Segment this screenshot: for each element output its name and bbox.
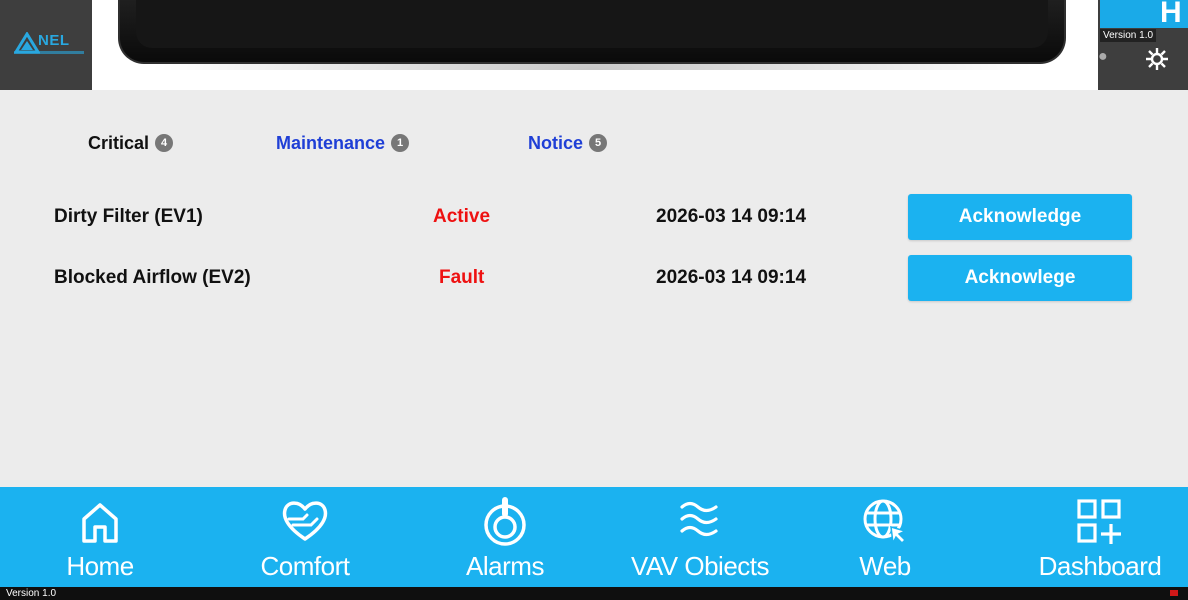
nav-item-dashboard-label: Dashboard — [1038, 551, 1162, 581]
header-version-label: Version 1.0 — [1100, 29, 1157, 42]
device-screen — [136, 0, 1048, 48]
nav-item-vav-objects-label: VAV Obiects — [630, 551, 770, 581]
alarm-row: Dirty Filter (EV1) Active 2026-03 14 09:… — [0, 194, 1188, 240]
tab-critical-count-badge: 4 — [155, 134, 174, 152]
home-icon — [82, 503, 118, 543]
nav-item-home[interactable]: Home — [50, 487, 150, 587]
tab-notice[interactable]: Notice 5 — [528, 130, 608, 156]
nav-item-comfort[interactable]: Comfort — [240, 487, 370, 587]
tab-maintenance-label: Maintenance — [276, 133, 386, 153]
brand-logo-underline — [14, 51, 84, 54]
nav-item-dashboard[interactable]: Dashboard — [1020, 487, 1180, 587]
header-hidden-icon: ● — [1098, 48, 1108, 65]
airflow-waves-icon — [680, 501, 718, 537]
alarm-timestamp: 2026-03 14 09:14 — [656, 267, 807, 288]
footer-bar: Version 1.0 — [0, 587, 1188, 600]
comfort-heart-icon — [282, 501, 328, 541]
tab-notice-label: Notice — [528, 133, 584, 153]
alarm-name: Blocked Airflow (EV2) — [54, 267, 251, 288]
bottom-nav-bar: Home Comfort Alarms VAV Obiects Web Dash… — [0, 487, 1188, 587]
page-title: H — [1160, 0, 1182, 28]
status-indicator — [1170, 590, 1178, 596]
acknowledge-button[interactable]: Acknowledge — [908, 194, 1132, 240]
acknowledge-button[interactable]: Acknowlege — [908, 255, 1132, 301]
nav-item-home-label: Home — [66, 551, 134, 581]
brand-logo-text: NEL — [38, 32, 70, 49]
alarm-icon — [484, 497, 526, 546]
nav-item-comfort-label: Comfort — [260, 551, 350, 581]
brand-logo: NEL — [12, 30, 92, 60]
globe-cursor-icon — [863, 499, 908, 546]
alarm-status: Fault — [439, 267, 485, 288]
device-image — [118, 0, 1066, 64]
page-title-badge: H — [1100, 0, 1188, 28]
tab-maintenance[interactable]: Maintenance 1 — [276, 130, 410, 156]
alarm-row: Blocked Airflow (EV2) Fault 2026-03 14 0… — [0, 255, 1188, 301]
tab-critical-label: Critical — [88, 133, 150, 153]
tab-notice-count-badge: 5 — [589, 134, 608, 152]
alarm-name: Dirty Filter (EV1) — [54, 206, 203, 227]
nav-item-vav-objects[interactable]: VAV Obiects — [600, 487, 800, 587]
dashboard-grid-icon — [1077, 499, 1121, 544]
nav-item-alarms-label: Alarms — [466, 551, 544, 581]
tab-critical[interactable]: Critical 4 — [88, 130, 174, 156]
nav-item-web[interactable]: Web — [840, 487, 930, 587]
footer-version-label: Version 1.0 — [6, 588, 57, 599]
settings-gear-icon[interactable] — [1142, 46, 1172, 72]
nav-item-alarms[interactable]: Alarms — [440, 487, 570, 587]
alarm-timestamp: 2026-03 14 09:14 — [656, 206, 807, 227]
alarm-status: Active — [433, 206, 491, 227]
nav-item-web-label: Web — [859, 551, 911, 581]
tab-maintenance-count-badge: 1 — [391, 134, 410, 152]
